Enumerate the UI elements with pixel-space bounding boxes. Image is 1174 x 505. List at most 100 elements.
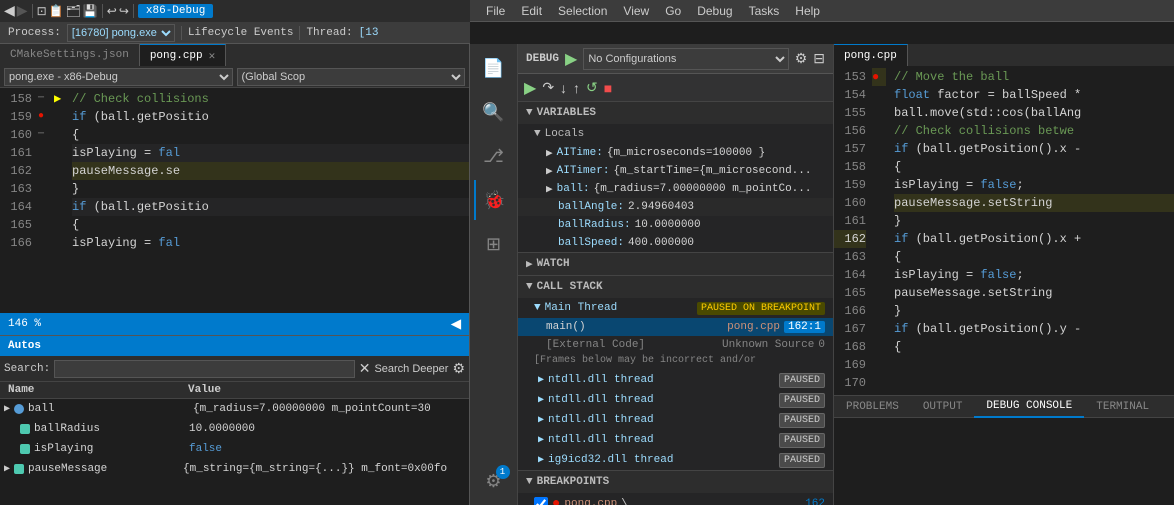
frame-external-source: Unknown Source <box>722 339 814 351</box>
autos-header: Autos <box>0 336 469 356</box>
redo-button[interactable]: ↪ <box>119 4 129 18</box>
thread-ntdll-1[interactable]: ▶ntdll.dll thread PAUSED <box>518 370 833 390</box>
locals-subheader[interactable]: ▼ Locals <box>518 124 833 144</box>
col-name-header: Name <box>8 384 188 396</box>
tab-problems[interactable]: PROBLEMS <box>834 396 911 418</box>
thread-ntdll-4[interactable]: ▶ntdll.dll thread PAUSED <box>518 430 833 450</box>
autos-row-pausemessage[interactable]: ▶ pauseMessage {m_string={m_string={...}… <box>0 459 469 479</box>
debug-title: DEBUG <box>526 53 559 65</box>
activity-extensions-btn[interactable]: ⊞ <box>474 224 514 264</box>
debug-stop-btn[interactable]: ■ <box>604 80 612 96</box>
debug-stepinto-btn[interactable]: ↓ <box>560 80 567 96</box>
search-settings-btn[interactable]: ⚙ <box>452 360 465 377</box>
var-item-ball[interactable]: ▶ ball: {m_radius=7.00000000 m_pointCo..… <box>518 180 833 198</box>
line-nums-right: 153 154 155 156 157 158 159 160 161 162 … <box>834 66 872 395</box>
activity-files-btn[interactable]: 📄 <box>474 48 514 88</box>
menu-view[interactable]: View <box>615 2 657 20</box>
thread-label: Thread: <box>306 27 352 39</box>
search-deeper-btn[interactable]: Search Deeper <box>374 363 448 375</box>
var-item-ballspeed[interactable]: ballSpeed: 400.000000 <box>518 234 833 252</box>
row-pausemessage-name: pauseMessage <box>28 463 183 475</box>
forward-button[interactable]: ▶ <box>17 2 28 19</box>
breakpoints-section-header[interactable]: ▼ BREAKPOINTS <box>518 471 833 493</box>
frame-external-line: 0 <box>818 339 825 351</box>
menu-tasks[interactable]: Tasks <box>741 2 788 20</box>
toolbar-btn-3[interactable]: 🗂 <box>66 4 81 18</box>
menu-go[interactable]: Go <box>657 2 689 20</box>
thread-ntdll-3[interactable]: ▶ntdll.dll thread PAUSED <box>518 410 833 430</box>
debug-controls-bar: ▶ ↷ ↓ ↑ ↺ ■ <box>518 74 833 102</box>
scroll-left[interactable]: ◀ <box>451 316 461 332</box>
bp-checkbox[interactable] <box>534 497 548 505</box>
var-item-ballradius[interactable]: ballRadius: 10.0000000 <box>518 216 833 234</box>
breakpoints-label: BREAKPOINTS <box>537 476 610 488</box>
row-pausemessage-value: {m_string={m_string={...}} m_font=0x00fo <box>183 463 465 475</box>
tab-output[interactable]: OUTPUT <box>911 396 975 418</box>
notification-badge: 1 <box>496 465 510 479</box>
window-title: x86-Debug <box>138 4 213 18</box>
main-thread-header[interactable]: ▼ Main Thread PAUSED ON BREAKPOINT <box>518 298 833 318</box>
code-right: // Move the ball float factor = ballSpee… <box>886 66 1174 395</box>
tab-terminal[interactable]: TERMINAL <box>1084 396 1161 418</box>
debug-stepout-btn[interactable]: ↑ <box>573 80 580 96</box>
menu-selection[interactable]: Selection <box>550 2 615 20</box>
tab-cmake[interactable]: CMakeSettings.json <box>0 44 140 66</box>
var-item-aitime[interactable]: ▶ AITime: {m_microseconds=100000 } <box>518 144 833 162</box>
main-thread-label: Main Thread <box>545 302 618 314</box>
menu-debug[interactable]: Debug <box>689 2 740 20</box>
scope-select[interactable]: (Global Scop <box>237 68 466 86</box>
undo-button[interactable]: ↩ <box>107 4 117 18</box>
row-ballradius-value: 10.0000000 <box>189 423 465 435</box>
tab-debug-console[interactable]: DEBUG CONSOLE <box>974 396 1084 418</box>
variables-label: VARIABLES <box>537 107 596 119</box>
thread-ig9icd32[interactable]: ▶ig9icd32.dll thread PAUSED <box>518 450 833 470</box>
autos-search-input[interactable] <box>54 360 354 378</box>
bp-line-number: 162 <box>805 498 825 505</box>
toolbar-btn-2[interactable]: 📋 <box>49 4 64 18</box>
bp-file-suffix: \ <box>621 498 628 505</box>
row-ballradius-name: ballRadius <box>34 423 189 435</box>
thread-ntdll-2[interactable]: ▶ntdll.dll thread PAUSED <box>518 390 833 410</box>
frame-external[interactable]: [External Code] Unknown Source 0 <box>518 336 833 354</box>
debug-config-select[interactable]: No Configurations <box>583 48 788 70</box>
debug-continue-btn[interactable]: ▶ <box>524 78 536 98</box>
activity-search-btn[interactable]: 🔍 <box>474 92 514 132</box>
callstack-section-header[interactable]: ▼ CALL STACK <box>518 276 833 298</box>
var-item-ballangle[interactable]: ballAngle: 2.94960403 <box>518 198 833 216</box>
debug-settings-btn[interactable]: ⚙ <box>795 50 808 67</box>
col-value-header: Value <box>188 384 461 396</box>
autos-row-ballradius[interactable]: ballRadius 10.0000000 <box>0 419 469 439</box>
autos-row-isplaying[interactable]: isPlaying false <box>0 439 469 459</box>
bp-file-name: pong.cpp <box>564 498 617 505</box>
bp-item-pong[interactable]: ● pong.cpp \ 162 <box>518 493 833 505</box>
debug-run-btn[interactable]: ▶ <box>565 49 577 69</box>
tab-close-btn[interactable]: ✕ <box>209 49 216 63</box>
activity-debug-btn[interactable]: 🐞 <box>474 180 514 220</box>
activity-scm-btn[interactable]: ⎇ <box>474 136 514 176</box>
debug-restart-btn[interactable]: ↺ <box>586 79 598 96</box>
back-button[interactable]: ◀ <box>4 2 15 19</box>
toolbar-btn-4[interactable]: 💾 <box>83 4 98 18</box>
thread-value: [13 <box>359 27 379 39</box>
watch-section-header[interactable]: ▶ WATCH <box>518 253 833 275</box>
process-select[interactable]: [16780] pong.exe <box>67 24 175 42</box>
toolbar-btn-1[interactable]: ⊡ <box>37 4 47 18</box>
search-label: Search: <box>4 363 50 375</box>
variables-section-header[interactable]: ▼ VARIABLES <box>518 102 833 124</box>
menu-file[interactable]: File <box>478 2 513 20</box>
exe-select[interactable]: pong.exe - x86-Debug <box>4 68 233 86</box>
right-tab-pong[interactable]: pong.cpp <box>834 44 908 66</box>
menu-help[interactable]: Help <box>787 2 828 20</box>
menu-edit[interactable]: Edit <box>513 2 550 20</box>
frame-main[interactable]: main() pong.cpp 162:1 <box>518 318 833 336</box>
autos-rows: ▶ ball {m_radius=7.00000000 m_pointCount… <box>0 399 469 505</box>
lifecycle-label: Lifecycle Events <box>188 27 294 39</box>
debug-split-btn[interactable]: ⊟ <box>813 50 825 67</box>
arrow-markers: ▶ <box>54 88 68 313</box>
var-item-aitimer[interactable]: ▶ AITimer: {m_startTime={m_microsecond..… <box>518 162 833 180</box>
bp-circle: ● <box>552 496 560 505</box>
debug-stepover-btn[interactable]: ↷ <box>542 79 554 96</box>
autos-row-ball[interactable]: ▶ ball {m_radius=7.00000000 m_pointCount… <box>0 399 469 419</box>
search-clear-btn[interactable]: ✕ <box>359 360 371 377</box>
tab-pong-cpp[interactable]: pong.cpp ✕ <box>140 44 226 66</box>
